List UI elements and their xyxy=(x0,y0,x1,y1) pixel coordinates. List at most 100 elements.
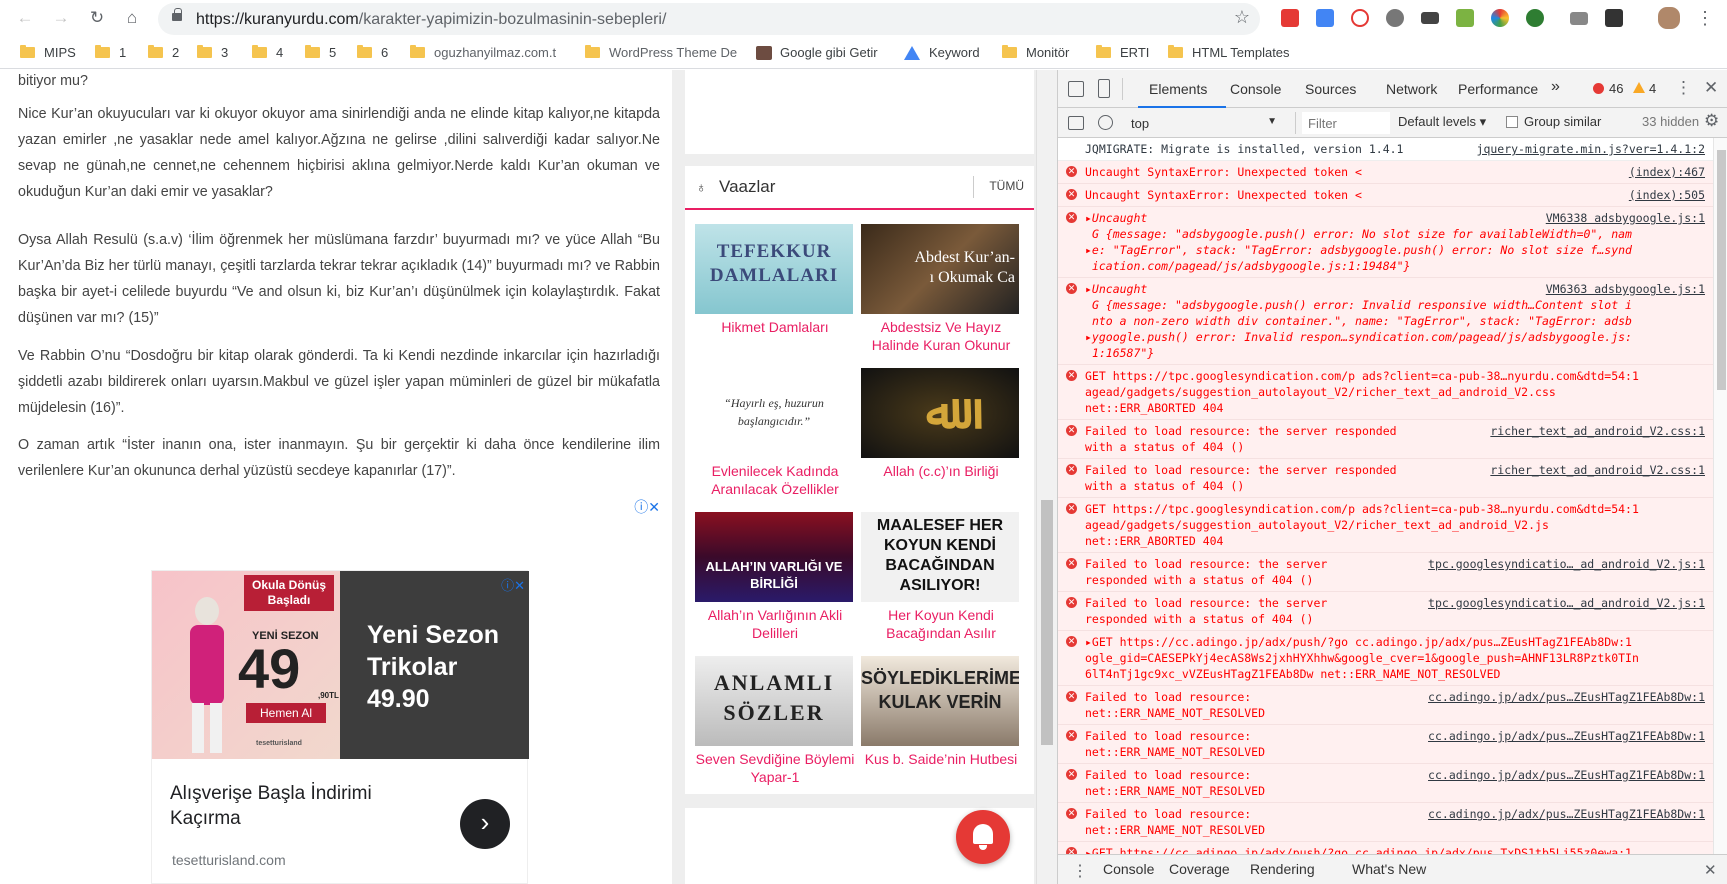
console-message[interactable]: ✕ Failed to load resource: net::ERR_NAME_… xyxy=(1058,725,1713,764)
post-title-link[interactable]: Her Koyun Kendi Bacağından Asılır xyxy=(861,606,1021,642)
drawer-menu-icon[interactable]: ⋮ xyxy=(1072,861,1088,881)
post-card[interactable]: MAALESEF HER KOYUN KENDİ BACAĞINDAN ASIL… xyxy=(861,512,1021,642)
close-drawer-icon[interactable]: ✕ xyxy=(1704,861,1717,879)
post-card[interactable]: TEFEKKUR DAMLALARI Hikmet Damlaları xyxy=(695,224,855,354)
console-message[interactable]: ✕ GET https://tpc.googlesyndication.com/p… xyxy=(1058,365,1713,420)
bookmark-item[interactable]: Google gibi Getir xyxy=(756,45,878,60)
source-link[interactable]: richer_text_ad_android_V2.css:1 xyxy=(1490,423,1705,439)
source-link[interactable]: cc.adingo.jp/adx/pus…ZEusHTagZ1FEAb8Dw:1 xyxy=(1428,728,1705,744)
ad-banner[interactable]: Okula Dönüş Başladı YENİ SEZON 49 ,90TL … xyxy=(151,570,529,884)
sidebar-toggle-icon[interactable] xyxy=(1068,116,1084,130)
post-thumbnail[interactable]: Abdest Kur’an-ı Okumak Ca xyxy=(861,224,1019,314)
console-message[interactable]: ✕ Failed to load resource: net::ERR_NAME_… xyxy=(1058,686,1713,725)
extension-icon[interactable] xyxy=(1281,9,1299,27)
bookmark-item[interactable]: MIPS xyxy=(20,45,76,60)
ad-info-icon[interactable]: ⓘ✕ xyxy=(501,573,525,599)
console-message[interactable]: ✕ ▸GET https://cc.adingo.jp/adx/push/?go … xyxy=(1058,631,1713,686)
post-thumbnail[interactable]: “Hayırlı eş, huzurun başlangıcıdır.” xyxy=(695,368,853,458)
translate-icon[interactable] xyxy=(1316,9,1334,27)
source-link[interactable]: tpc.googlesyndicatio…_ad_android_V2.js:1 xyxy=(1428,556,1705,572)
post-title-link[interactable]: Hikmet Damlaları xyxy=(695,318,855,336)
post-card[interactable]: ANLAMLI SÖZLER Seven Sevdiğine Böylemi Ya… xyxy=(695,656,855,786)
post-thumbnail[interactable]: ALLAH’IN VARLIĞI VE BİRLİĞİ xyxy=(695,512,853,602)
post-title-link[interactable]: Evlenilecek Kadında Aranılacak Özellikle… xyxy=(695,462,855,498)
bookmark-item[interactable]: Keyword xyxy=(904,45,980,60)
extension-icon[interactable] xyxy=(1421,12,1439,24)
console-message[interactable]: ✕ Uncaught SyntaxError: Unexpected token … xyxy=(1058,161,1713,184)
post-title-link[interactable]: Abdestsiz Ve Hayız Halinde Kuran Okunur xyxy=(861,318,1021,354)
bookmark-item[interactable]: oguzhanyilmaz.com.t xyxy=(410,45,556,60)
close-icon[interactable]: ✕ xyxy=(1704,78,1718,98)
post-thumbnail[interactable]: SÖYLEDİKLERİME KULAK VERİN xyxy=(861,656,1019,746)
default-levels-select[interactable]: Default levels ▾ xyxy=(1398,114,1486,130)
color-picker-icon[interactable] xyxy=(1491,9,1509,27)
devtools-tab-elements[interactable]: Elements xyxy=(1149,81,1207,97)
scrollbar-thumb[interactable] xyxy=(1041,500,1053,745)
group-similar-checkbox[interactable] xyxy=(1506,116,1518,128)
ad-next-button[interactable]: › xyxy=(460,799,510,849)
source-link[interactable]: jquery-migrate.min.js?ver=1.4.1:2 xyxy=(1477,141,1705,157)
notification-bell-button[interactable] xyxy=(956,810,1010,864)
menu-icon[interactable]: ⋮ xyxy=(1694,7,1716,29)
post-thumbnail[interactable]: ﷲ xyxy=(861,368,1019,458)
inspect-icon[interactable] xyxy=(1068,81,1084,97)
source-link[interactable]: richer_text_ad_android_V2.css:1 xyxy=(1490,462,1705,478)
back-icon[interactable]: ← xyxy=(14,7,36,29)
extension-icon[interactable] xyxy=(1605,9,1623,27)
source-link[interactable]: tpc.googlesyndicatio…_ad_android_V2.js:1 xyxy=(1428,595,1705,611)
console-message[interactable]: ✕ Failed to load resource: net::ERR_NAME_… xyxy=(1058,764,1713,803)
devtools-tab-performance[interactable]: Performance xyxy=(1458,81,1538,97)
post-card[interactable]: ALLAH’IN VARLIĞI VE BİRLİĞİ Allah’ın Varl… xyxy=(695,512,855,642)
source-link[interactable]: cc.adingo.jp/adx/pus…ZEusHTagZ1FEAb8Dw:1 xyxy=(1428,689,1705,705)
source-link[interactable]: (index):467 xyxy=(1629,164,1705,180)
console-message[interactable]: ✕ ▸Uncaught G {message: "adsbygoogle.push… xyxy=(1058,278,1713,365)
source-link[interactable]: VM6363 adsbygoogle.js:1 xyxy=(1546,281,1705,297)
devtools-menu-icon[interactable]: ⋮ xyxy=(1675,78,1692,98)
more-tabs-icon[interactable]: » xyxy=(1551,78,1560,96)
reload-icon[interactable]: ↻ xyxy=(86,7,108,29)
console-message[interactable]: ✕ Failed to load resource: the server res… xyxy=(1058,420,1713,459)
console-message[interactable]: ✕ Failed to load resource: the server res… xyxy=(1058,459,1713,498)
drawer-tab[interactable]: Rendering xyxy=(1250,861,1315,877)
warning-count[interactable]: 4 xyxy=(1649,81,1656,96)
bookmark-item[interactable]: 1 xyxy=(95,45,126,60)
post-title-link[interactable]: Kus b. Saide’nin Hutbesi xyxy=(861,750,1021,768)
camera-icon[interactable] xyxy=(1570,12,1588,25)
context-select[interactable]: top ▼ xyxy=(1124,112,1284,134)
devtools-tab-console[interactable]: Console xyxy=(1230,81,1281,97)
drawer-tab[interactable]: What's New xyxy=(1352,861,1426,877)
console-message[interactable]: JQMIGRATE: Migrate is installed, version… xyxy=(1058,138,1713,161)
bookmark-item[interactable]: 3 xyxy=(197,45,228,60)
page-scrollbar[interactable] xyxy=(1036,70,1057,884)
bookmark-item[interactable]: WordPress Theme De xyxy=(585,45,737,60)
drawer-tab[interactable]: Console xyxy=(1103,861,1154,877)
bookmark-item[interactable]: 6 xyxy=(357,45,388,60)
source-link[interactable]: cc.adingo.jp/adx/pus…ZEusHTagZ1FEAb8Dw:1 xyxy=(1428,767,1705,783)
extension-icon[interactable] xyxy=(1456,9,1474,27)
address-bar[interactable]: https://kuranyurdu.com/karakter-yapimizi… xyxy=(158,3,1260,35)
post-thumbnail[interactable]: MAALESEF HER KOYUN KENDİ BACAĞINDAN ASIL… xyxy=(861,512,1019,602)
post-card[interactable]: SÖYLEDİKLERİME KULAK VERİN Kus b. Saide’n… xyxy=(861,656,1021,786)
ad-choices-icon[interactable]: ⓘ✕ xyxy=(634,494,660,520)
bookmark-star-icon[interactable]: ☆ xyxy=(1234,7,1250,28)
source-link[interactable]: VM6338 adsbygoogle.js:1 xyxy=(1546,210,1705,226)
console-message[interactable]: ✕ Failed to load resource: the server res… xyxy=(1058,553,1713,592)
filter-input[interactable] xyxy=(1302,112,1390,134)
bookmark-item[interactable]: ERTI xyxy=(1096,45,1149,60)
post-title-link[interactable]: Allah (c.c)’ın Birliği xyxy=(861,462,1021,480)
bookmark-item[interactable]: Monitör xyxy=(1002,45,1069,60)
all-link[interactable]: TÜMÜ xyxy=(989,179,1024,193)
forward-icon[interactable]: → xyxy=(50,7,72,29)
bookmark-item[interactable]: HTML Templates xyxy=(1168,45,1290,60)
ad-image[interactable]: Okula Dönüş Başladı YENİ SEZON 49 ,90TL … xyxy=(152,571,529,759)
devtools-tab-sources[interactable]: Sources xyxy=(1305,81,1356,97)
ad-headline[interactable]: Alışverişe Başla İndirimi Kaçırma xyxy=(170,781,400,831)
settings-gear-icon[interactable]: ⚙ xyxy=(1704,111,1719,131)
error-count[interactable]: 46 xyxy=(1609,81,1623,96)
avatar[interactable] xyxy=(1658,7,1680,29)
bookmark-item[interactable]: 2 xyxy=(148,45,179,60)
post-title-link[interactable]: Allah’ın Varlığının Akli Delilleri xyxy=(695,606,855,642)
drawer-tab[interactable]: Coverage xyxy=(1169,861,1230,877)
console-message[interactable]: ✕ Failed to load resource: the server res… xyxy=(1058,592,1713,631)
post-thumbnail[interactable]: ANLAMLI SÖZLER xyxy=(695,656,853,746)
